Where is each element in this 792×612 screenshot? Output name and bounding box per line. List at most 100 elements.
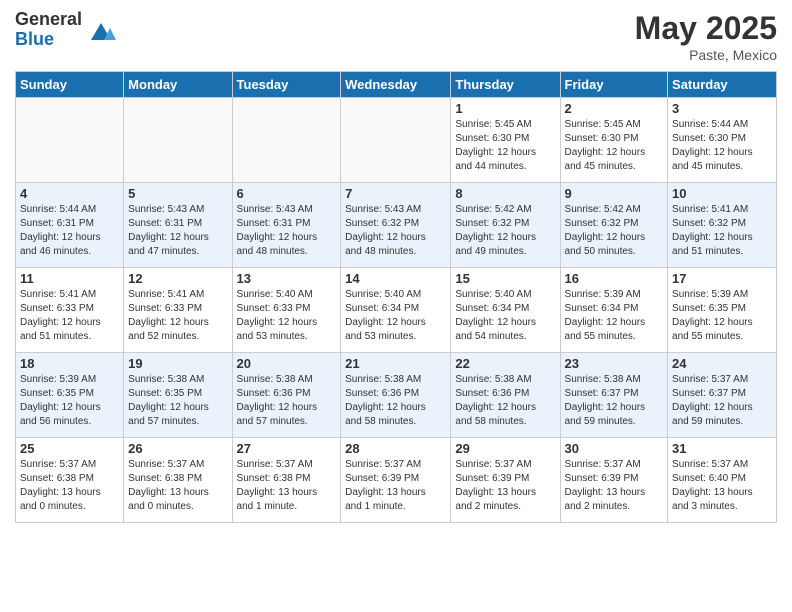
table-row: 23 Sunrise: 5:38 AM Sunset: 6:37 PM Dayli… (560, 353, 668, 438)
day-number: 2 (565, 101, 664, 116)
calendar-row-4: 18 Sunrise: 5:39 AM Sunset: 6:35 PM Dayli… (16, 353, 777, 438)
day-info: Sunrise: 5:44 AM Sunset: 6:30 PM Dayligh… (672, 118, 772, 174)
col-wednesday: Wednesday (341, 72, 451, 98)
col-friday: Friday (560, 72, 668, 98)
logo: General Blue (15, 10, 116, 50)
day-info: Sunrise: 5:37 AM Sunset: 6:39 PM Dayligh… (345, 458, 446, 514)
day-info: Sunrise: 5:40 AM Sunset: 6:34 PM Dayligh… (455, 288, 555, 344)
table-row: 4 Sunrise: 5:44 AM Sunset: 6:31 PM Daylig… (16, 183, 124, 268)
col-monday: Monday (124, 72, 232, 98)
day-number: 26 (128, 441, 227, 456)
table-row: 17 Sunrise: 5:39 AM Sunset: 6:35 PM Dayli… (668, 268, 777, 353)
table-row: 12Sunrise: 5:41 AM Sunset: 6:33 PM Dayli… (124, 268, 232, 353)
day-info: Sunrise: 5:41 AM Sunset: 6:33 PM Dayligh… (128, 288, 227, 344)
day-info: Sunrise: 5:37 AM Sunset: 6:40 PM Dayligh… (672, 458, 772, 514)
table-row: 30 Sunrise: 5:37 AM Sunset: 6:39 PM Dayli… (560, 438, 668, 523)
day-number: 19 (128, 356, 227, 371)
day-info: Sunrise: 5:41 AM Sunset: 6:32 PM Dayligh… (672, 203, 772, 259)
location: Paste, Mexico (635, 47, 777, 63)
day-number: 18 (20, 356, 119, 371)
table-row: 1Sunrise: 5:45 AM Sunset: 6:30 PM Daylig… (451, 98, 560, 183)
calendar-row-5: 25 Sunrise: 5:37 AM Sunset: 6:38 PM Dayli… (16, 438, 777, 523)
day-number: 22 (455, 356, 555, 371)
month-title: May 2025 (635, 10, 777, 47)
day-number: 25 (20, 441, 119, 456)
day-info: Sunrise: 5:42 AM Sunset: 6:32 PM Dayligh… (565, 203, 664, 259)
table-row (16, 98, 124, 183)
day-number: 4 (20, 186, 119, 201)
table-row: 7Sunrise: 5:43 AM Sunset: 6:32 PM Daylig… (341, 183, 451, 268)
day-number: 8 (455, 186, 555, 201)
day-number: 20 (237, 356, 337, 371)
day-info: Sunrise: 5:37 AM Sunset: 6:39 PM Dayligh… (565, 458, 664, 514)
day-info: Sunrise: 5:38 AM Sunset: 6:36 PM Dayligh… (237, 373, 337, 429)
day-info: Sunrise: 5:45 AM Sunset: 6:30 PM Dayligh… (565, 118, 664, 174)
table-row: 20 Sunrise: 5:38 AM Sunset: 6:36 PM Dayli… (232, 353, 341, 438)
calendar-header-row: Sunday Monday Tuesday Wednesday Thursday… (16, 72, 777, 98)
table-row (232, 98, 341, 183)
day-number: 15 (455, 271, 555, 286)
table-row: 6Sunrise: 5:43 AM Sunset: 6:31 PM Daylig… (232, 183, 341, 268)
table-row: 9 Sunrise: 5:42 AM Sunset: 6:32 PM Daylig… (560, 183, 668, 268)
day-info: Sunrise: 5:38 AM Sunset: 6:37 PM Dayligh… (565, 373, 664, 429)
table-row: 21Sunrise: 5:38 AM Sunset: 6:36 PM Dayli… (341, 353, 451, 438)
table-row: 11 Sunrise: 5:41 AM Sunset: 6:33 PM Dayli… (16, 268, 124, 353)
day-info: Sunrise: 5:40 AM Sunset: 6:33 PM Dayligh… (237, 288, 337, 344)
table-row: 26 Sunrise: 5:37 AM Sunset: 6:38 PM Dayli… (124, 438, 232, 523)
day-number: 21 (345, 356, 446, 371)
col-tuesday: Tuesday (232, 72, 341, 98)
col-saturday: Saturday (668, 72, 777, 98)
calendar-row-2: 4 Sunrise: 5:44 AM Sunset: 6:31 PM Daylig… (16, 183, 777, 268)
table-row: 28 Sunrise: 5:37 AM Sunset: 6:39 PM Dayli… (341, 438, 451, 523)
table-row: 19 Sunrise: 5:38 AM Sunset: 6:35 PM Dayli… (124, 353, 232, 438)
header: General Blue May 2025 Paste, Mexico (15, 10, 777, 63)
table-row (124, 98, 232, 183)
day-number: 11 (20, 271, 119, 286)
page: General Blue May 2025 Paste, Mexico Sund… (0, 0, 792, 612)
day-info: Sunrise: 5:39 AM Sunset: 6:35 PM Dayligh… (672, 288, 772, 344)
table-row: 2 Sunrise: 5:45 AM Sunset: 6:30 PM Daylig… (560, 98, 668, 183)
table-row: 18 Sunrise: 5:39 AM Sunset: 6:35 PM Dayli… (16, 353, 124, 438)
day-number: 30 (565, 441, 664, 456)
table-row: 3Sunrise: 5:44 AM Sunset: 6:30 PM Daylig… (668, 98, 777, 183)
day-number: 5 (128, 186, 227, 201)
day-number: 17 (672, 271, 772, 286)
table-row: 25 Sunrise: 5:37 AM Sunset: 6:38 PM Dayli… (16, 438, 124, 523)
table-row: 8 Sunrise: 5:42 AM Sunset: 6:32 PM Daylig… (451, 183, 560, 268)
day-info: Sunrise: 5:45 AM Sunset: 6:30 PM Dayligh… (455, 118, 555, 174)
day-number: 9 (565, 186, 664, 201)
col-sunday: Sunday (16, 72, 124, 98)
day-info: Sunrise: 5:44 AM Sunset: 6:31 PM Dayligh… (20, 203, 119, 259)
day-info: Sunrise: 5:37 AM Sunset: 6:38 PM Dayligh… (128, 458, 227, 514)
day-info: Sunrise: 5:37 AM Sunset: 6:38 PM Dayligh… (20, 458, 119, 514)
day-number: 29 (455, 441, 555, 456)
table-row: 16Sunrise: 5:39 AM Sunset: 6:34 PM Dayli… (560, 268, 668, 353)
table-row: 15 Sunrise: 5:40 AM Sunset: 6:34 PM Dayli… (451, 268, 560, 353)
day-number: 14 (345, 271, 446, 286)
table-row: 14Sunrise: 5:40 AM Sunset: 6:34 PM Dayli… (341, 268, 451, 353)
day-number: 27 (237, 441, 337, 456)
day-number: 6 (237, 186, 337, 201)
logo-blue: Blue (15, 30, 82, 50)
calendar-row-1: 1Sunrise: 5:45 AM Sunset: 6:30 PM Daylig… (16, 98, 777, 183)
table-row (341, 98, 451, 183)
day-number: 28 (345, 441, 446, 456)
table-row: 27Sunrise: 5:37 AM Sunset: 6:38 PM Dayli… (232, 438, 341, 523)
day-info: Sunrise: 5:41 AM Sunset: 6:33 PM Dayligh… (20, 288, 119, 344)
title-block: May 2025 Paste, Mexico (635, 10, 777, 63)
day-info: Sunrise: 5:42 AM Sunset: 6:32 PM Dayligh… (455, 203, 555, 259)
day-info: Sunrise: 5:39 AM Sunset: 6:35 PM Dayligh… (20, 373, 119, 429)
col-thursday: Thursday (451, 72, 560, 98)
table-row: 13Sunrise: 5:40 AM Sunset: 6:33 PM Dayli… (232, 268, 341, 353)
table-row: 31Sunrise: 5:37 AM Sunset: 6:40 PM Dayli… (668, 438, 777, 523)
day-info: Sunrise: 5:43 AM Sunset: 6:32 PM Dayligh… (345, 203, 446, 259)
day-number: 24 (672, 356, 772, 371)
day-number: 10 (672, 186, 772, 201)
table-row: 22Sunrise: 5:38 AM Sunset: 6:36 PM Dayli… (451, 353, 560, 438)
table-row: 5Sunrise: 5:43 AM Sunset: 6:31 PM Daylig… (124, 183, 232, 268)
logo-icon (86, 15, 116, 45)
day-number: 23 (565, 356, 664, 371)
table-row: 29Sunrise: 5:37 AM Sunset: 6:39 PM Dayli… (451, 438, 560, 523)
day-info: Sunrise: 5:38 AM Sunset: 6:35 PM Dayligh… (128, 373, 227, 429)
calendar-table: Sunday Monday Tuesday Wednesday Thursday… (15, 71, 777, 523)
